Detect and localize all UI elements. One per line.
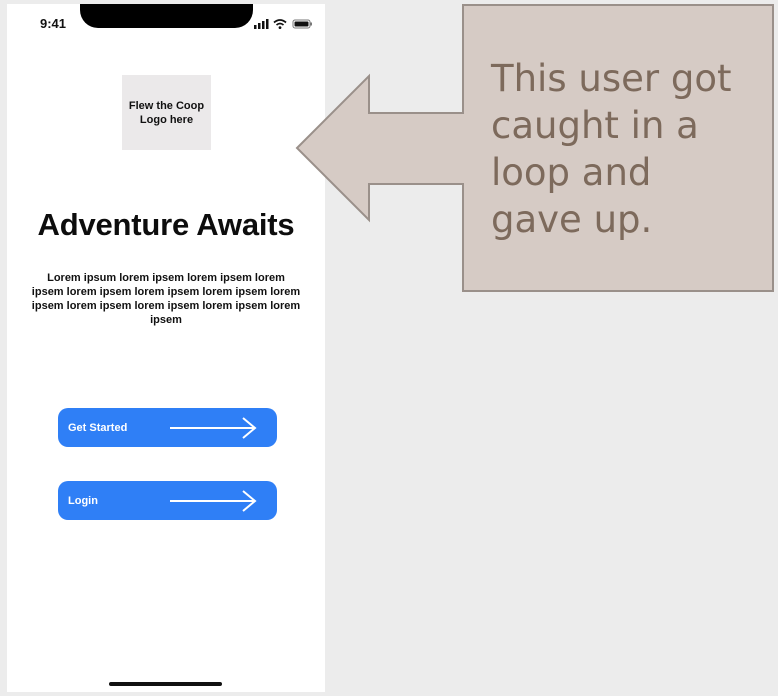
callout-text: This user got caught in a loop and gave … bbox=[491, 57, 732, 241]
